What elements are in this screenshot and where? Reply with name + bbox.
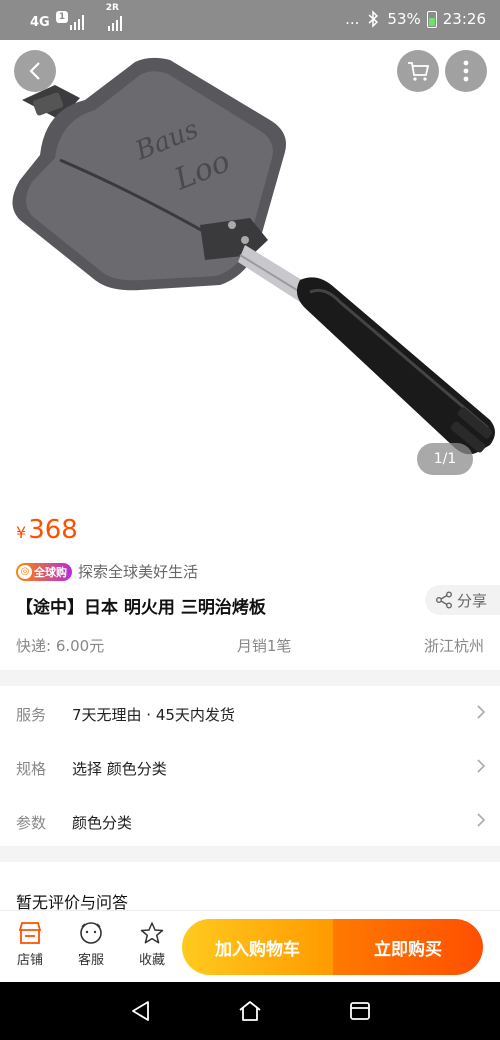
chevron-right-icon [477, 705, 486, 719]
service-label: 客服 [77, 953, 104, 968]
signal-icon [69, 14, 84, 30]
back-icon [29, 62, 40, 80]
price-value: 368 [28, 515, 78, 545]
back-button[interactable] [14, 50, 56, 92]
system-nav-bar [0, 982, 500, 1040]
bottom-action-bar: 店铺 客服 收藏 加入购物车 立即购买 [0, 910, 500, 982]
nav-back-icon[interactable] [128, 998, 154, 1024]
more-icon [463, 60, 469, 82]
shop-label: 店铺 [16, 953, 43, 968]
product-info: ¥368 ◎ 全球购 探索全球美好生活 【途中】日本 明火用 三明治烤板 分享 … [0, 505, 500, 670]
monthly-sales: 月销1笔 [236, 637, 292, 655]
buy-now-button[interactable]: 立即购买 [333, 919, 483, 975]
cart-button[interactable] [397, 50, 439, 92]
spec-row-variant[interactable]: 规格 选择 颜色分类 [0, 740, 500, 794]
product-detail-page: 4G 1 2R ... 53% 23:26 Baus Loo 1/1 ¥368 … [0, 0, 500, 1040]
sim2-signal: 2R [106, 3, 122, 35]
star-icon [140, 922, 164, 944]
signal-icon-2 [107, 15, 122, 31]
shop-icon [18, 922, 42, 944]
share-icon [436, 591, 452, 609]
price: ¥368 [16, 515, 78, 545]
cart-icon [408, 62, 430, 81]
sim-badge: 1 [56, 10, 68, 23]
spec-key: 参数 [16, 814, 47, 832]
add-to-cart-button[interactable]: 加入购物车 [182, 919, 333, 975]
global-slogan: 探索全球美好生活 [78, 563, 199, 581]
nav-home-icon[interactable] [237, 998, 263, 1024]
global-purchase-badge: ◎ 全球购 [16, 562, 72, 581]
spec-value: 7天无理由 · 45天内发货 [72, 706, 235, 724]
more-button[interactable] [445, 50, 487, 92]
favorite-button[interactable]: 收藏 [132, 921, 172, 968]
image-pager: 1/1 [417, 443, 473, 475]
customer-service-button[interactable]: 客服 [71, 921, 111, 968]
product-image-carousel[interactable]: Baus Loo 1/1 [0, 40, 500, 505]
share-button[interactable]: 分享 [425, 585, 500, 615]
service-icon [80, 922, 102, 944]
nav-recent-icon[interactable] [347, 998, 373, 1024]
battery-percent: 53% [387, 10, 421, 28]
chevron-right-icon [477, 813, 486, 827]
ship-location: 浙江杭州 [423, 637, 484, 655]
favorite-label: 收藏 [138, 953, 165, 968]
network-indicator: 4G 1 [30, 10, 68, 30]
spec-row-service[interactable]: 服务 7天无理由 · 45天内发货 [0, 686, 500, 740]
spec-value: 选择 颜色分类 [72, 760, 167, 778]
product-title: 【途中】日本 明火用 三明治烤板 [16, 598, 266, 618]
global-logo-icon: ◎ [18, 564, 32, 579]
global-purchase-row: ◎ 全球购 探索全球美好生活 [16, 561, 198, 582]
spec-key: 服务 [16, 706, 47, 724]
spec-row-params[interactable]: 参数 颜色分类 [0, 794, 500, 848]
spec-key: 规格 [16, 760, 47, 778]
spec-value: 颜色分类 [72, 814, 133, 832]
chevron-right-icon [477, 759, 486, 773]
spec-section: 服务 7天无理由 · 45天内发货 规格 选择 颜色分类 参数 颜色分类 [0, 686, 500, 846]
currency-symbol: ¥ [16, 523, 27, 542]
shop-button[interactable]: 店铺 [10, 921, 50, 968]
bluetooth-icon [368, 10, 379, 28]
share-label: 分享 [457, 591, 488, 610]
meta-row: 快递: 6.00元 月销1笔 浙江杭州 [16, 635, 484, 656]
clock: 23:26 [442, 10, 486, 28]
status-dots: ... [345, 10, 360, 28]
product-image: Baus Loo [12, 57, 495, 455]
battery-icon [426, 10, 437, 28]
status-bar: 4G 1 2R ... 53% 23:26 [0, 0, 500, 40]
shipping-fee: 快递: 6.00元 [16, 637, 105, 655]
